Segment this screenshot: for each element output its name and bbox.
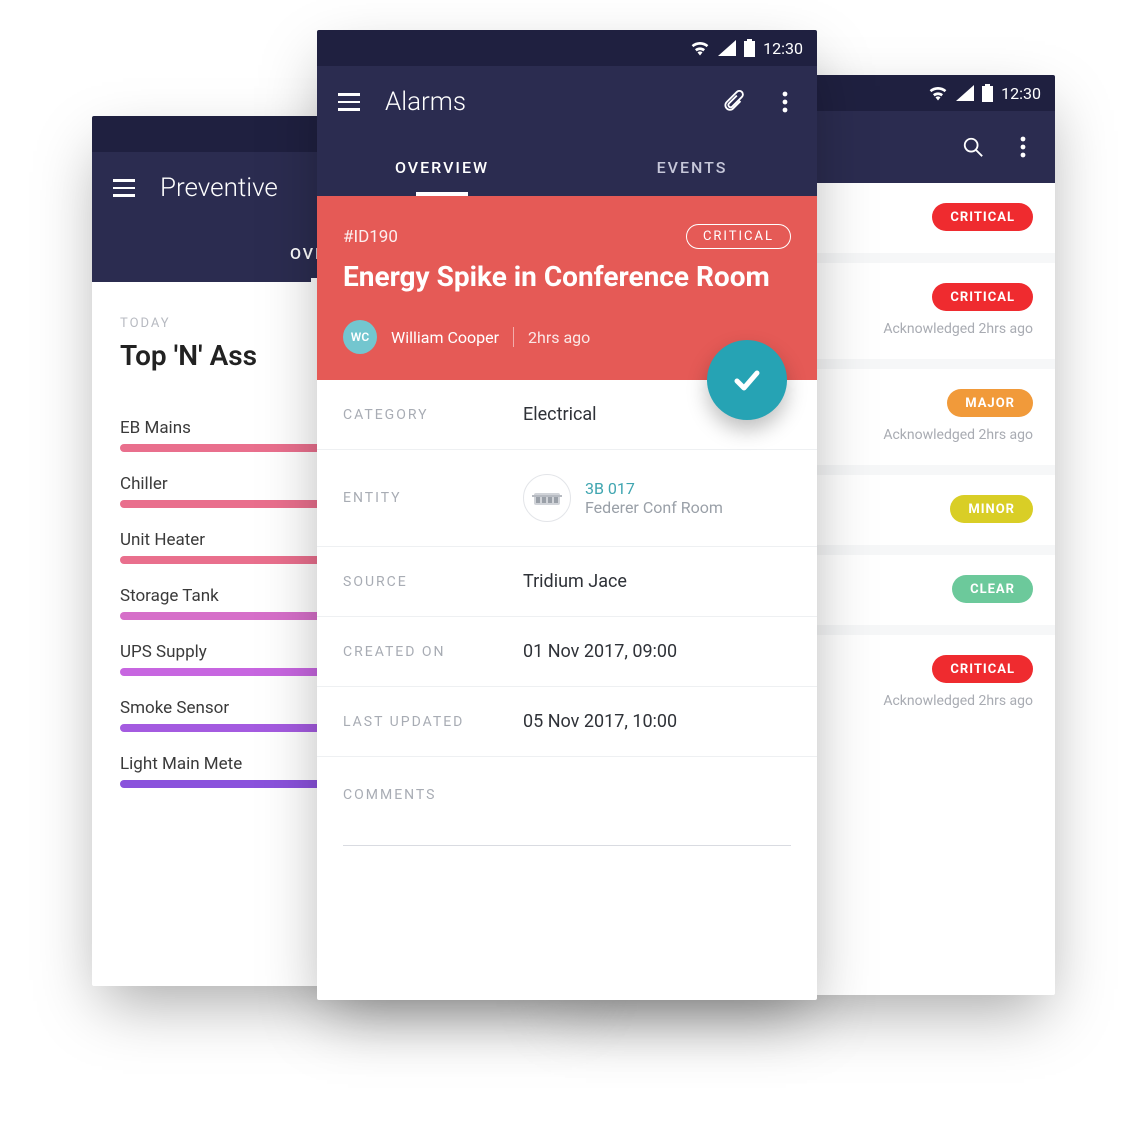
attachment-icon[interactable] bbox=[721, 88, 749, 116]
severity-badge: CLEAR bbox=[952, 575, 1033, 603]
entity-code: 3B 017 bbox=[585, 479, 723, 498]
acknowledge-fab[interactable] bbox=[707, 340, 787, 420]
menu-icon[interactable] bbox=[110, 174, 138, 202]
label: CATEGORY bbox=[343, 407, 503, 423]
row-updated: LAST UPDATED 05 Nov 2017, 10:00 bbox=[317, 687, 817, 757]
entity-icon bbox=[523, 474, 571, 522]
severity-badge: CRITICAL bbox=[932, 203, 1033, 231]
comments-label: COMMENTS bbox=[317, 757, 817, 813]
wifi-icon bbox=[928, 85, 948, 101]
row-source: SOURCE Tridium Jace bbox=[317, 547, 817, 617]
severity-pill: CRITICAL bbox=[686, 224, 791, 249]
signal-icon bbox=[718, 40, 736, 56]
severity-badge: CRITICAL bbox=[932, 283, 1033, 311]
label: CREATED ON bbox=[343, 644, 503, 660]
alarm-detail-screen: 12:30 Alarms OVERVIEW EVENTS #ID190 CRIT… bbox=[317, 30, 817, 1000]
ack-text: Acknowledged 2hrs ago bbox=[883, 693, 1033, 709]
separator bbox=[513, 327, 514, 347]
value: 01 Nov 2017, 09:00 bbox=[523, 641, 677, 662]
alarm-title: Energy Spike in Conference Room bbox=[343, 259, 791, 294]
avatar[interactable]: WC bbox=[343, 320, 377, 354]
row-created: CREATED ON 01 Nov 2017, 09:00 bbox=[317, 617, 817, 687]
alarm-time: 2hrs ago bbox=[528, 328, 590, 347]
menu-icon[interactable] bbox=[335, 88, 363, 116]
tab-overview[interactable]: OVERVIEW bbox=[317, 138, 567, 196]
ack-text: Acknowledged 2hrs ago bbox=[883, 427, 1033, 443]
severity-badge: MINOR bbox=[950, 495, 1033, 523]
tab-events[interactable]: EVENTS bbox=[567, 138, 817, 196]
statusbar: 12:30 bbox=[317, 30, 817, 66]
signal-icon bbox=[956, 85, 974, 101]
search-icon[interactable] bbox=[959, 133, 987, 161]
clock: 12:30 bbox=[1001, 84, 1041, 103]
appbar: Alarms bbox=[317, 66, 817, 138]
value: Electrical bbox=[523, 404, 597, 425]
more-icon[interactable] bbox=[1009, 133, 1037, 161]
more-icon[interactable] bbox=[771, 88, 799, 116]
battery-icon bbox=[982, 84, 993, 102]
value: 05 Nov 2017, 10:00 bbox=[523, 711, 677, 732]
alarm-hero: #ID190 CRITICAL Energy Spike in Conferen… bbox=[317, 196, 817, 380]
label: LAST UPDATED bbox=[343, 714, 503, 730]
page-title: Alarms bbox=[385, 87, 699, 117]
battery-icon bbox=[744, 39, 755, 57]
ack-text: Acknowledged 2hrs ago bbox=[883, 321, 1033, 337]
wifi-icon bbox=[690, 40, 710, 56]
clock: 12:30 bbox=[763, 39, 803, 58]
entity-room: Federer Conf Room bbox=[585, 498, 723, 517]
severity-badge: CRITICAL bbox=[932, 655, 1033, 683]
severity-badge: MAJOR bbox=[947, 389, 1033, 417]
alarm-id: #ID190 bbox=[343, 227, 398, 247]
comment-input[interactable] bbox=[343, 845, 791, 846]
alarm-details: CATEGORY Electrical ENTITY 3B 017 Federe… bbox=[317, 380, 817, 846]
value: Tridium Jace bbox=[523, 571, 627, 592]
row-entity[interactable]: ENTITY 3B 017 Federer Conf Room bbox=[317, 450, 817, 547]
label: SOURCE bbox=[343, 574, 503, 590]
label: ENTITY bbox=[343, 490, 503, 506]
tabs: OVERVIEW EVENTS bbox=[317, 138, 817, 196]
assignee-name: William Cooper bbox=[391, 328, 499, 347]
